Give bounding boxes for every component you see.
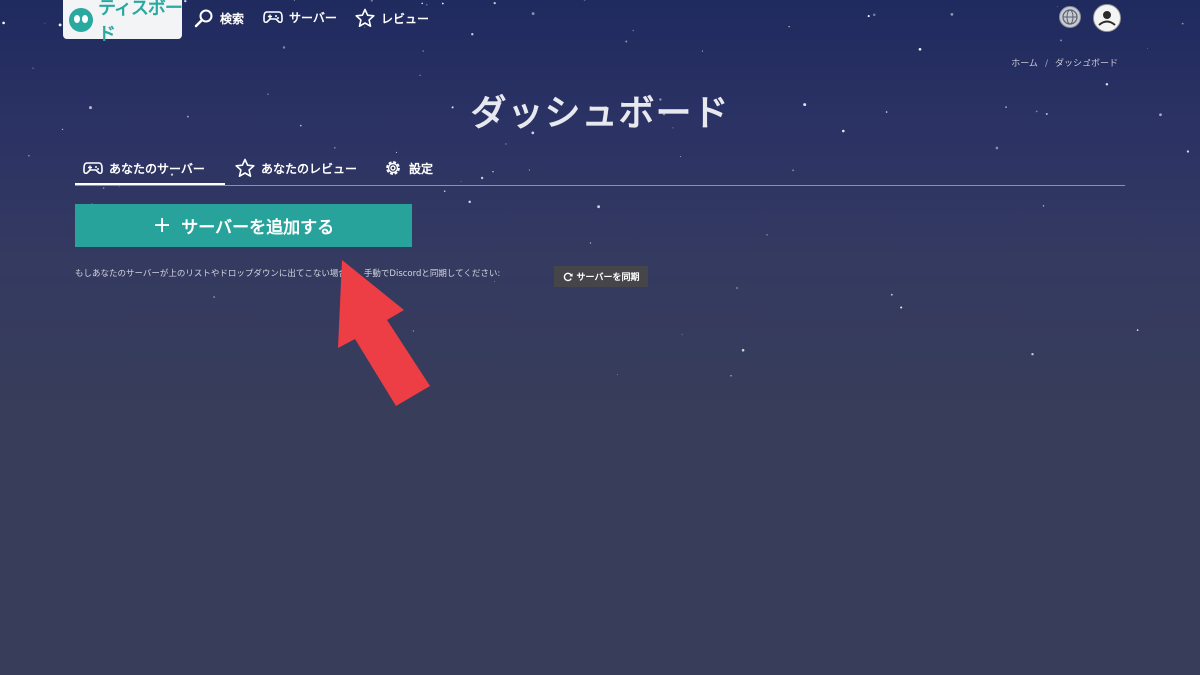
- tab-your-servers-label: あなたのサーバー: [109, 161, 205, 176]
- nav-servers[interactable]: サーバー: [263, 8, 337, 26]
- tab-your-reviews[interactable]: あなたのレビュー: [235, 152, 357, 184]
- nav-search-label: 検索: [220, 11, 245, 26]
- language-globe-button[interactable]: [1059, 6, 1081, 28]
- star-dot: [918, 47, 922, 51]
- star-dot: [589, 242, 592, 244]
- add-server-button[interactable]: + サーバーを追加する: [75, 204, 412, 247]
- page-title: ダッシュボード: [470, 93, 730, 134]
- top-navigation-bar: ティスボード 検索 サーバー レビュー: [0, 0, 1200, 45]
- star-dot: [419, 74, 421, 76]
- active-tab-indicator: [75, 183, 225, 185]
- globe-icon: [1062, 9, 1078, 25]
- nav-search[interactable]: 検索: [194, 8, 244, 28]
- avatar-image: [1098, 11, 1116, 26]
- star-dot: [1147, 47, 1149, 49]
- star-dot: [422, 50, 424, 52]
- star-icon: [355, 8, 375, 28]
- star-dot: [766, 234, 768, 236]
- brand-name: ティスボード: [98, 0, 183, 45]
- star-dot: [736, 287, 739, 289]
- plus-icon: +: [152, 212, 172, 238]
- nav-servers-label: サーバー: [289, 10, 337, 25]
- star-dot: [1042, 205, 1045, 207]
- star-dot: [28, 154, 30, 157]
- star-dot: [468, 200, 471, 204]
- star-dot: [505, 143, 507, 145]
- star-dot: [1031, 352, 1034, 356]
- breadcrumb-current: ダッシュボード: [1054, 59, 1118, 69]
- star-dot: [890, 293, 893, 296]
- gear-icon: [386, 161, 400, 175]
- breadcrumb-home[interactable]: ホーム: [1011, 59, 1038, 69]
- sync-servers-label: サーバーを同期: [576, 273, 640, 283]
- star-dot: [1186, 150, 1189, 153]
- refresh-icon: [563, 272, 573, 281]
- dashboard-tabs: あなたのサーバー あなたのレビュー 設定: [75, 152, 1125, 186]
- star-dot: [730, 374, 732, 377]
- logo-mascot-icon: [69, 7, 93, 32]
- star-dot: [625, 40, 628, 43]
- star-dot: [32, 67, 34, 69]
- star-dot: [213, 296, 215, 298]
- breadcrumb-separator: /: [1044, 59, 1048, 69]
- star-icon: [235, 158, 255, 178]
- gamepad-icon: [83, 162, 103, 175]
- tab-settings-label: 設定: [409, 161, 434, 176]
- annotation-arrow: [338, 260, 430, 406]
- brand-logo[interactable]: ティスボード: [63, 0, 183, 45]
- star-dot: [995, 146, 999, 150]
- star-dot: [741, 348, 745, 352]
- star-dot: [597, 205, 600, 209]
- tab-settings[interactable]: 設定: [383, 152, 433, 184]
- star-dot: [494, 280, 495, 282]
- star-dot: [900, 306, 903, 309]
- tab-your-reviews-label: あなたのレビュー: [261, 161, 358, 176]
- star-dot: [616, 373, 618, 375]
- star-dot: [282, 46, 286, 49]
- nav-reviews[interactable]: レビュー: [355, 8, 429, 28]
- star-dot: [102, 187, 105, 189]
- add-server-label: サーバーを追加する: [181, 218, 335, 238]
- nav-reviews-label: レビュー: [381, 11, 430, 26]
- tab-your-servers[interactable]: あなたのサーバー: [83, 152, 205, 184]
- gamepad-icon: [263, 11, 283, 24]
- star-dot: [701, 50, 704, 52]
- breadcrumb: ホーム / ダッシュボード: [1011, 56, 1118, 69]
- sync-servers-button[interactable]: サーバーを同期: [554, 266, 648, 287]
- star-dot: [1136, 329, 1139, 331]
- star-dot: [681, 333, 683, 335]
- user-avatar[interactable]: [1093, 4, 1121, 32]
- star-dot: [443, 190, 446, 192]
- star-dot: [334, 147, 336, 149]
- search-icon: [194, 9, 213, 28]
